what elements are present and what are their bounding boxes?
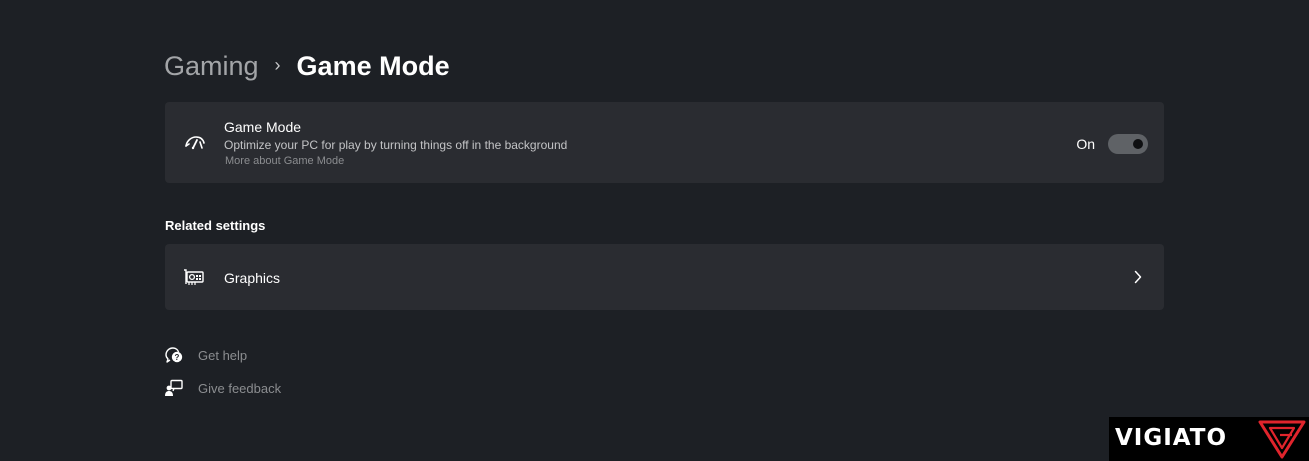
game-mode-toggle[interactable] bbox=[1108, 134, 1148, 154]
watermark-text: VIGIATO bbox=[1115, 425, 1228, 451]
toggle-state-label: On bbox=[1076, 136, 1095, 152]
toggle-knob bbox=[1133, 139, 1143, 149]
vigiato-watermark: VIGIATO bbox=[1109, 417, 1309, 461]
graphics-settings-item[interactable]: Graphics bbox=[165, 244, 1164, 310]
get-help-label: Get help bbox=[198, 347, 248, 363]
speedometer-gamepad-icon bbox=[185, 136, 205, 150]
vigiato-logo bbox=[1258, 420, 1306, 459]
give-feedback-link[interactable]: Give feedback bbox=[164, 378, 281, 398]
more-about-game-mode-link[interactable]: More about Game Mode bbox=[225, 155, 344, 167]
svg-text:?: ? bbox=[175, 353, 180, 362]
feedback-icon bbox=[165, 379, 183, 396]
graphics-label: Graphics bbox=[224, 270, 281, 286]
help-chat-icon: ? bbox=[165, 347, 183, 363]
game-mode-description: Optimize your PC for play by turning thi… bbox=[224, 138, 568, 152]
related-settings-heading: Related settings bbox=[165, 218, 266, 233]
game-mode-title: Game Mode bbox=[224, 119, 302, 135]
game-mode-card: Game Mode Optimize your PC for play by t… bbox=[165, 102, 1164, 183]
breadcrumb-separator-icon: › bbox=[274, 54, 281, 75]
breadcrumb-gaming-link[interactable]: Gaming bbox=[164, 51, 259, 82]
breadcrumb: Gaming › Game Mode bbox=[164, 46, 450, 86]
page-title: Game Mode bbox=[296, 50, 450, 81]
graphics-card-icon bbox=[184, 269, 204, 285]
give-feedback-label: Give feedback bbox=[198, 380, 282, 396]
chevron-right-icon bbox=[1134, 270, 1142, 284]
get-help-link[interactable]: ? Get help bbox=[164, 345, 247, 365]
